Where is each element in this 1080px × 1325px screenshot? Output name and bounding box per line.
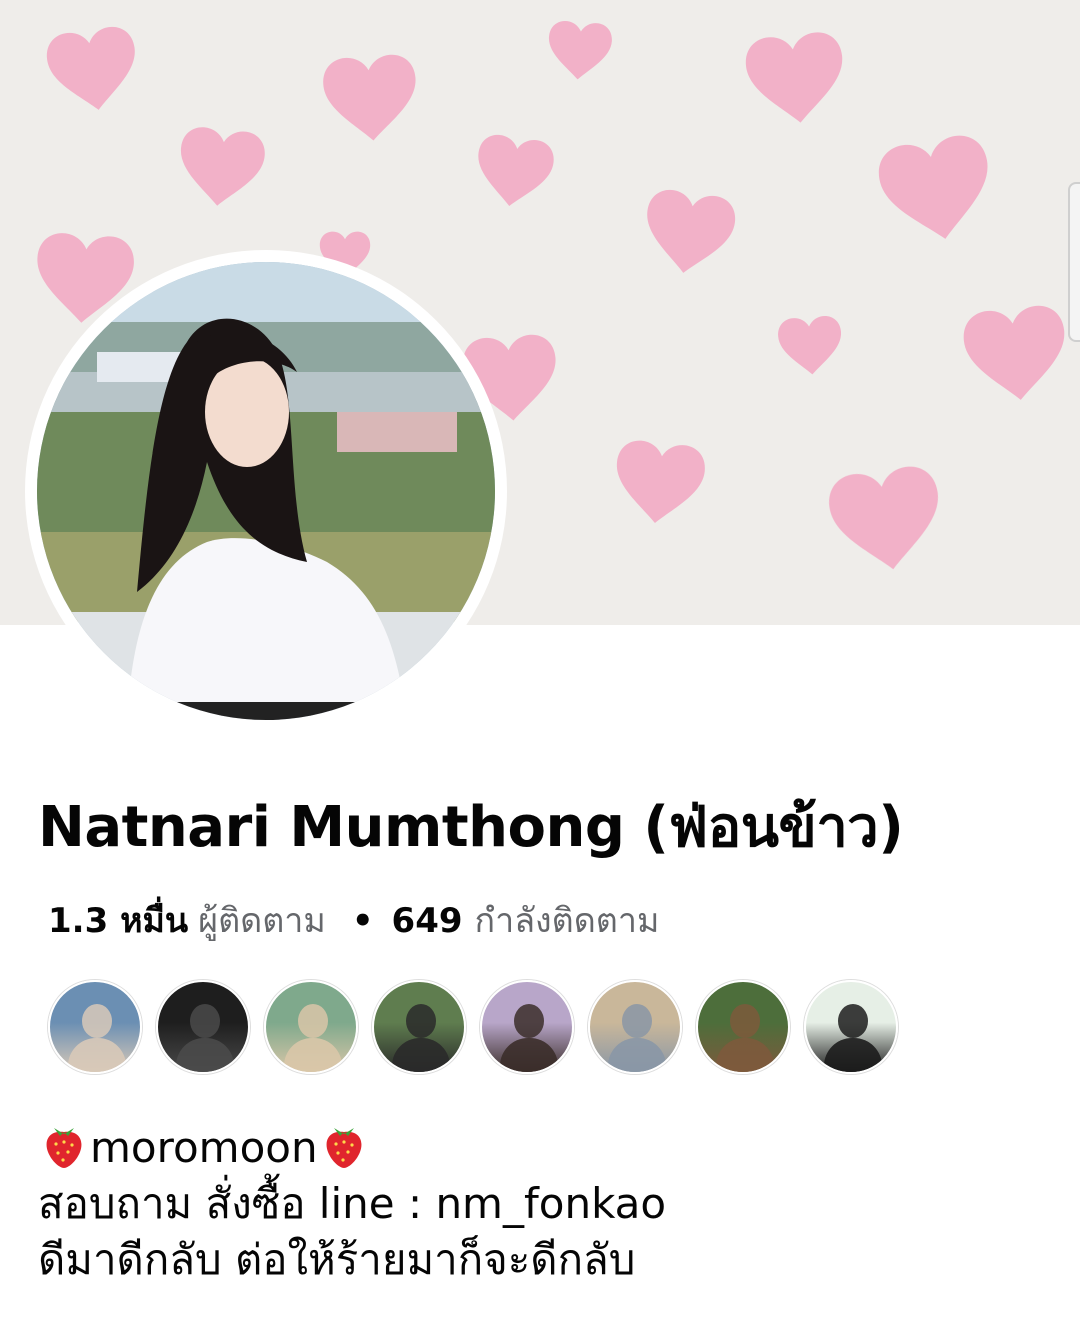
friend-avatar-figure xyxy=(622,1004,652,1038)
followers-label[interactable]: ผู้ติดตาม xyxy=(198,893,326,947)
friend-avatar-figure xyxy=(514,1004,544,1038)
friend-avatar-body xyxy=(68,1038,126,1072)
friend-avatar-body xyxy=(824,1038,882,1072)
profile-photo xyxy=(37,262,495,720)
friend-avatar-figure xyxy=(82,1004,112,1038)
friend-avatar-8[interactable] xyxy=(804,980,898,1074)
profile-name: Natnari Mumthong (ฟ่อนข้าว) xyxy=(38,795,904,860)
friend-avatar-3[interactable] xyxy=(264,980,358,1074)
friend-avatar-body xyxy=(176,1038,234,1072)
friend-avatar-body xyxy=(284,1038,342,1072)
friend-avatar-7[interactable] xyxy=(696,980,790,1074)
bio-line-2: สอบถาม สั่งซื้อ line : nm_fonkao xyxy=(38,1179,667,1228)
friend-avatar-body xyxy=(392,1038,450,1072)
friend-avatar-body xyxy=(500,1038,558,1072)
profile-picture[interactable] xyxy=(25,250,507,732)
friend-avatar-figure xyxy=(406,1004,436,1038)
cover-scroll-handle[interactable] xyxy=(1068,182,1080,342)
stats-separator: • xyxy=(351,901,374,941)
friend-avatar-5[interactable] xyxy=(480,980,574,1074)
followers-count[interactable]: 1.3 หมื่น xyxy=(48,893,188,947)
bio-line-1-text: moromoon xyxy=(90,1123,318,1172)
friend-avatar-figure xyxy=(838,1004,868,1038)
friend-avatar-4[interactable] xyxy=(372,980,466,1074)
bio-line-1: moromoon xyxy=(38,1118,666,1176)
friend-avatar-figure xyxy=(298,1004,328,1038)
friend-avatars-row xyxy=(48,980,898,1074)
following-count[interactable]: 649 xyxy=(392,901,463,941)
friend-avatar-body xyxy=(716,1038,774,1072)
friend-avatar-body xyxy=(608,1038,666,1072)
strawberry-icon xyxy=(326,1128,362,1168)
friend-avatar-1[interactable] xyxy=(48,980,142,1074)
friend-avatar-2[interactable] xyxy=(156,980,250,1074)
strawberry-icon xyxy=(46,1128,82,1168)
follower-stats: 1.3 หมื่น ผู้ติดตาม • 649 กำลังติดตาม xyxy=(48,893,659,947)
friend-avatar-6[interactable] xyxy=(588,980,682,1074)
friend-avatar-figure xyxy=(730,1004,760,1038)
friend-avatar-figure xyxy=(190,1004,220,1038)
profile-bio: moromoon สอบถาม สั่งซื้อ line : nm_fonka… xyxy=(38,1118,666,1288)
following-label[interactable]: กำลังติดตาม xyxy=(475,893,660,947)
bio-line-3: ดีมาดีกลับ ต่อให้ร้ายมาก็จะดีกลับ xyxy=(38,1235,636,1284)
